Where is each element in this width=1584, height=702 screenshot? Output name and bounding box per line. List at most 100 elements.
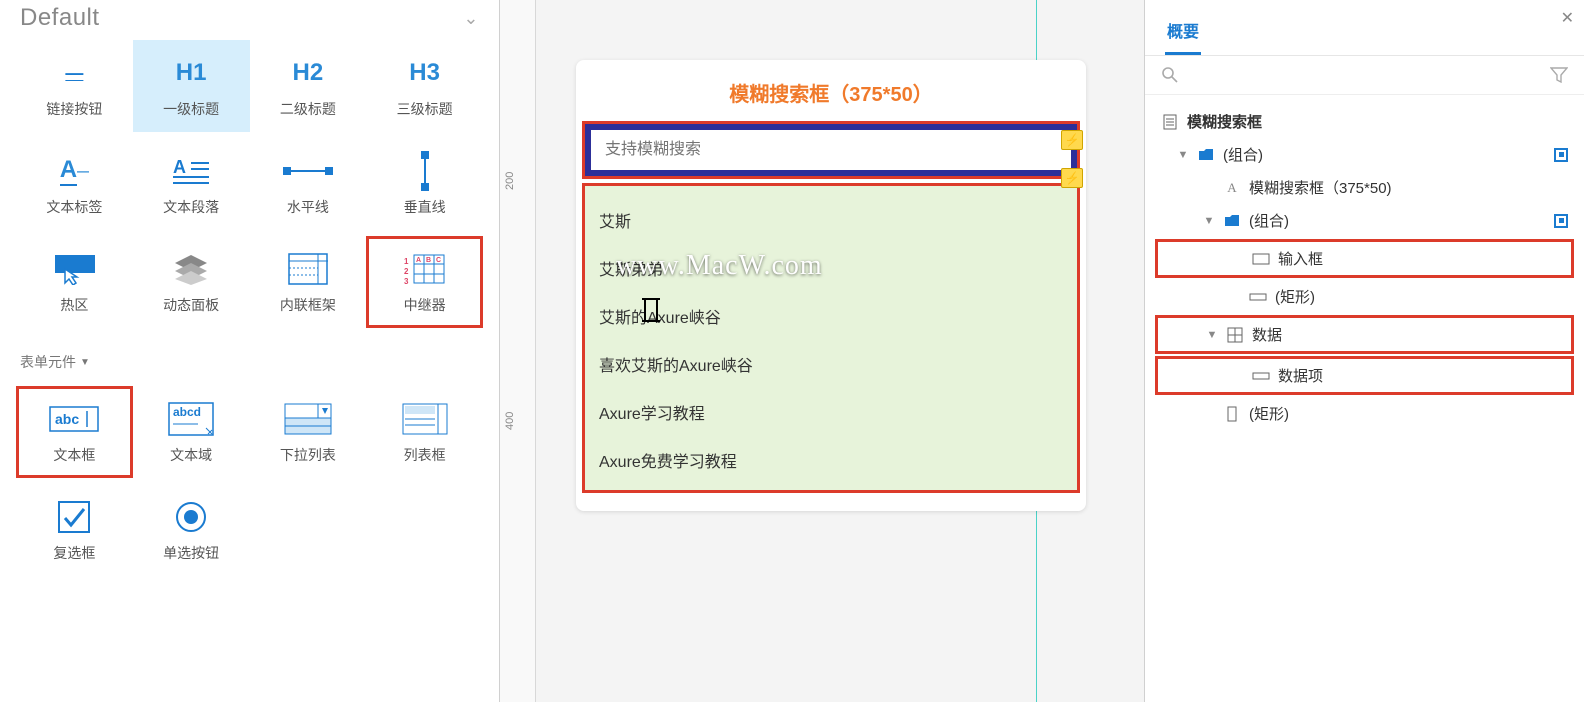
radio-icon [163, 497, 219, 537]
widget-listbox[interactable]: 列表框 [366, 386, 483, 478]
widget-text-label[interactable]: A— 文本标签 [16, 138, 133, 230]
text-paragraph-icon: A [163, 151, 219, 191]
design-canvas[interactable]: 模糊搜索框（375*50） ⚡ ⚡ 艾斯 艾斯弟弟 艾斯的Axure峡谷 喜欢艾… [536, 0, 1144, 702]
result-item[interactable]: 艾斯弟弟 [595, 244, 1067, 292]
outline-search-input[interactable] [1189, 67, 1540, 83]
widget-radio[interactable]: 单选按钮 [133, 484, 250, 576]
widget-hotspot[interactable]: 热区 [16, 236, 133, 328]
widget-text-paragraph[interactable]: A 文本段落 [133, 138, 250, 230]
text-label-icon: A— [46, 151, 102, 191]
library-selector[interactable]: Default ⌄ [16, 0, 483, 34]
widget-text-field[interactable]: abc 文本框 [16, 386, 133, 478]
filter-icon[interactable] [1550, 67, 1568, 83]
search-component[interactable]: 模糊搜索框（375*50） ⚡ ⚡ 艾斯 艾斯弟弟 艾斯的Axure峡谷 喜欢艾… [576, 60, 1086, 511]
interaction-bolt-icon[interactable]: ⚡ [1061, 130, 1083, 150]
text-field-icon: abc [46, 399, 102, 439]
widget-horizontal-line[interactable]: 水平线 [250, 138, 367, 230]
close-icon[interactable]: ✕ [1561, 8, 1574, 28]
widget-label: 热区 [60, 295, 88, 315]
tab-outline[interactable]: 概要 [1165, 14, 1201, 55]
tree-label: 数据项 [1278, 365, 1323, 386]
h3-icon: H3 [397, 53, 453, 93]
widget-checkbox[interactable]: 复选框 [16, 484, 133, 576]
text-area-icon: abcd [163, 399, 219, 439]
caret-down-icon[interactable]: ▼ [1203, 215, 1215, 227]
caret-down-icon[interactable]: ▼ [1206, 329, 1218, 341]
tree-label: (矩形) [1249, 403, 1289, 424]
folder-icon [1223, 213, 1241, 229]
rectangle-vert-icon [1223, 406, 1241, 422]
tree-group-1[interactable]: ▼ (组合) [1155, 138, 1574, 171]
widget-droplist[interactable]: 下拉列表 [250, 386, 367, 478]
widget-dynamic-panel[interactable]: 动态面板 [133, 236, 250, 328]
folder-icon [1197, 147, 1215, 163]
result-item[interactable]: Axure学习教程 [595, 388, 1067, 436]
widget-h1[interactable]: H1 一级标题 [133, 40, 250, 132]
widget-label: 链接按钮 [46, 99, 102, 119]
tree-label: (矩形) [1275, 286, 1315, 307]
widget-text-area[interactable]: abcd 文本域 [133, 386, 250, 478]
chevron-down-icon: ⌄ [463, 8, 479, 29]
vertical-ruler: 200 400 [500, 0, 536, 702]
form-section-title[interactable]: 表单元件 ▼ [20, 352, 479, 372]
h1-icon: H1 [163, 53, 219, 93]
h2-icon: H2 [280, 53, 336, 93]
link-button-icon: — [46, 53, 102, 93]
search-icon [1161, 66, 1179, 84]
widget-label: 水平线 [287, 197, 329, 217]
widget-row-form1: abc 文本框 abcd 文本域 下拉列表 列表框 [16, 386, 483, 478]
result-item[interactable]: 喜欢艾斯的Axure峡谷 [595, 340, 1067, 388]
widget-row-dynamic: 热区 动态面板 内联框架 123ABC 中继器 [16, 236, 483, 328]
widget-h3[interactable]: H3 三级标题 [366, 40, 483, 132]
vertical-line-icon [397, 151, 453, 191]
widget-label: 三级标题 [397, 99, 453, 119]
result-item[interactable]: 艾斯 [595, 196, 1067, 244]
widget-label: 下拉列表 [280, 445, 336, 465]
widget-label: 文本段落 [163, 197, 219, 217]
tree-input-node[interactable]: 输入框 [1155, 239, 1574, 278]
result-item[interactable]: Axure免费学习教程 [595, 436, 1067, 484]
widget-row-headings: — 链接按钮 H1 一级标题 H2 二级标题 H3 三级标题 [16, 40, 483, 132]
search-input[interactable] [591, 130, 1071, 170]
svg-text:A: A [416, 257, 421, 264]
result-item[interactable]: 艾斯的Axure峡谷 [595, 292, 1067, 340]
section-label: 表单元件 [20, 352, 76, 372]
widget-label: 文本标签 [46, 197, 102, 217]
widget-inline-frame[interactable]: 内联框架 [250, 236, 367, 328]
search-bar-container: ⚡ ⚡ [582, 121, 1080, 179]
caret-down-icon[interactable]: ▼ [1177, 149, 1189, 161]
widget-h2[interactable]: H2 二级标题 [250, 40, 367, 132]
tree-data-repeater[interactable]: ▼ 数据 [1155, 315, 1574, 354]
widget-label: 单选按钮 [163, 543, 219, 563]
ruler-tick: 400 [504, 412, 516, 430]
svg-text:3: 3 [404, 277, 409, 284]
widget-row-form2: 复选框 单选按钮 [16, 484, 483, 576]
repeater-icon: 123ABC [397, 249, 453, 289]
widget-link-button[interactable]: — 链接按钮 [16, 40, 133, 132]
checkbox-icon [46, 497, 102, 537]
droplist-icon [280, 399, 336, 439]
tree-data-item[interactable]: 数据项 [1155, 356, 1574, 395]
widget-vertical-line[interactable]: 垂直线 [366, 138, 483, 230]
ruler-tick: 200 [504, 172, 516, 190]
page-icon [1161, 114, 1179, 130]
rectangle-icon [1252, 368, 1270, 384]
tree-label: (组合) [1223, 144, 1263, 165]
tree-page-root[interactable]: 模糊搜索框 [1155, 105, 1574, 138]
tree-group-2[interactable]: ▼ (组合) [1155, 204, 1574, 237]
master-indicator-icon[interactable] [1554, 214, 1568, 228]
tree-label: 模糊搜索框（375*50) [1249, 177, 1392, 198]
tree-rect-node[interactable]: (矩形) [1155, 280, 1574, 313]
svg-text:abc: abc [55, 411, 79, 427]
svg-text:A: A [173, 157, 186, 177]
interaction-bolt-icon[interactable]: ⚡ [1061, 168, 1083, 188]
widget-repeater[interactable]: 123ABC 中继器 [366, 236, 483, 328]
tree-text-node[interactable]: A 模糊搜索框（375*50) [1155, 171, 1574, 204]
rectangle-icon [1249, 289, 1267, 305]
caret-down-icon: ▼ [80, 357, 90, 368]
svg-text:C: C [436, 257, 441, 264]
tree-rect2-node[interactable]: (矩形) [1155, 397, 1574, 430]
master-indicator-icon[interactable] [1554, 148, 1568, 162]
search-results-repeater[interactable]: 艾斯 艾斯弟弟 艾斯的Axure峡谷 喜欢艾斯的Axure峡谷 Axure学习教… [582, 183, 1080, 493]
tree-label: 数据 [1252, 324, 1282, 345]
